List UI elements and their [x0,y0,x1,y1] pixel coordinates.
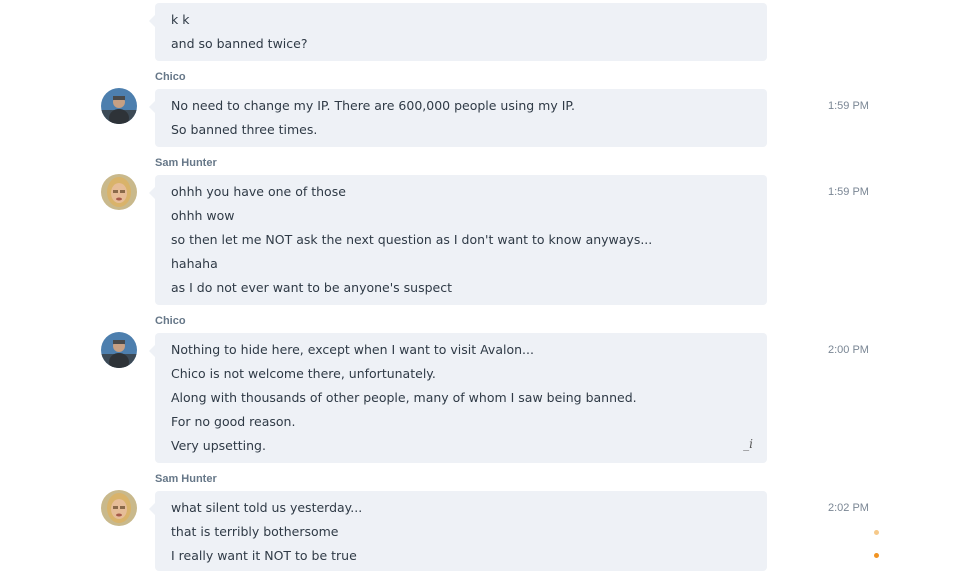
message-line: Chico is not welcome there, unfortunatel… [171,366,436,381]
sender-name[interactable]: Sam Hunter [155,473,217,485]
message-line: ohhh you have one of those [171,184,346,199]
message-timestamp: 1:59 PM [828,100,869,112]
message-line: Along with thousands of other people, ma… [171,390,637,405]
message-bubble[interactable]: No need to change my IP. There are 600,0… [149,89,767,147]
message-bubble[interactable]: ohhh you have one of those ohhh wow so t… [149,175,767,305]
message-line: Nothing to hide here, except when I want… [171,342,534,357]
sam-avatar[interactable] [101,174,137,210]
message-line: I really want it NOT to be true [171,548,357,563]
message-line: as I do not ever want to be anyone's sus… [171,280,453,295]
sender-name[interactable]: Chico [155,315,186,327]
message-timestamp: 2:02 PM [828,502,869,514]
sender-name[interactable]: Chico [155,71,186,83]
message-line: Very upsetting. [171,438,266,453]
message-line: k k [171,12,190,27]
edited-icon[interactable]: _i [743,437,753,451]
message-timestamp: 2:00 PM [828,344,869,356]
read-receipt-dot [874,530,879,535]
message-line: For no good reason. [171,414,296,429]
read-receipt-dot [874,553,879,558]
message-bubble[interactable]: k k and so banned twice? [149,3,767,61]
message-line: and so banned twice? [171,36,308,51]
message-bubble[interactable]: Nothing to hide here, except when I want… [149,333,767,463]
chico-avatar[interactable] [101,332,137,368]
message-line: So banned three times. [171,122,318,137]
message-line: ohhh wow [171,208,235,223]
message-line: so then let me NOT ask the next question… [171,232,653,247]
sam-avatar[interactable] [101,490,137,526]
sender-name[interactable]: Sam Hunter [155,157,217,169]
chico-avatar[interactable] [101,88,137,124]
message-line: hahaha [171,256,218,271]
message-line: that is terribly bothersome [171,524,339,539]
message-bubble[interactable]: what silent told us yesterday... that is… [149,491,767,571]
message-timestamp: 1:59 PM [828,186,869,198]
message-line: No need to change my IP. There are 600,0… [171,98,575,113]
message-line: what silent told us yesterday... [171,500,363,515]
